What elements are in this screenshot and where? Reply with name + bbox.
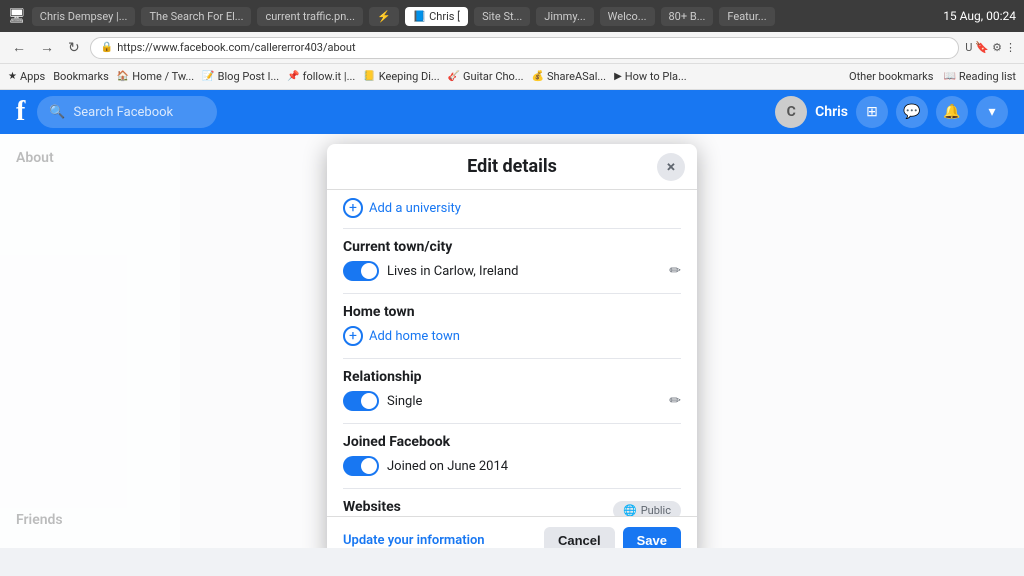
bookmark-home[interactable]: 🏠 Home / Tw...: [117, 70, 194, 83]
ext-btn[interactable]: 🔖: [975, 41, 989, 54]
update-information-link[interactable]: Update your information: [343, 533, 485, 548]
divider-4: [343, 423, 681, 424]
tab-active[interactable]: 📘 Chris [: [405, 7, 468, 26]
home-town-section: Home town + Add home town: [343, 304, 681, 346]
bookmark-reading[interactable]: 📖 Reading list: [943, 70, 1016, 83]
account-button[interactable]: ▾: [976, 96, 1008, 128]
ext-btn[interactable]: ⚙: [992, 41, 1002, 54]
notifications-button[interactable]: 🔔: [936, 96, 968, 128]
globe-icon: 🌐: [623, 504, 637, 517]
bookmark-blogpost[interactable]: 📝 Blog Post I...: [202, 70, 279, 83]
modal-footer: Update your information Cancel Save: [327, 516, 697, 548]
websites-public-badge[interactable]: 🌐 Public: [613, 501, 681, 517]
modal-title: Edit details: [467, 156, 557, 177]
websites-label: Websites: [343, 499, 401, 515]
relationship-toggle-row: Single ✏: [343, 391, 681, 411]
bookmark-howtoplay[interactable]: ▶ How to Pla...: [614, 70, 687, 83]
modal-body[interactable]: + Add a university Current town/city Liv…: [327, 190, 697, 516]
close-button[interactable]: ×: [657, 153, 685, 181]
cancel-button[interactable]: Cancel: [544, 527, 615, 548]
back-button[interactable]: ←: [8, 37, 30, 58]
time-display: 15 Aug, 00:24: [943, 9, 1016, 23]
current-town-section: Current town/city Lives in Carlow, Irela…: [343, 239, 681, 281]
tab[interactable]: The Search For El...: [141, 7, 251, 26]
settings-btn[interactable]: ⋮: [1005, 41, 1016, 54]
tab[interactable]: Jimmy...: [536, 7, 593, 26]
bookmark-apps[interactable]: ★ Apps: [8, 70, 45, 83]
forward-button[interactable]: →: [36, 37, 58, 58]
tab[interactable]: Chris Dempsey |...: [32, 7, 136, 26]
current-town-label: Current town/city: [343, 239, 681, 255]
joined-facebook-section: Joined Facebook Joined on June 2014: [343, 434, 681, 476]
edit-details-modal: Edit details × + Add a university Curren…: [327, 144, 697, 548]
username-label: Chris: [815, 104, 848, 120]
joined-toggle-row: Joined on June 2014: [343, 456, 681, 476]
tab[interactable]: current traffic.pn...: [257, 7, 363, 26]
bookmark-guitar[interactable]: 🎸 Guitar Cho...: [448, 70, 524, 83]
bookmark-keepingdi[interactable]: 📒 Keeping Di...: [363, 70, 439, 83]
divider-1: [343, 228, 681, 229]
facebook-logo: f: [16, 96, 25, 128]
current-town-text: Lives in Carlow, Ireland: [387, 264, 519, 279]
joined-facebook-label: Joined Facebook: [343, 434, 681, 450]
tab[interactable]: 80+ B...: [661, 7, 714, 26]
browser-toolbar: ← → ↻ 🔒 https://www.facebook.com/callere…: [0, 32, 1024, 64]
tab[interactable]: Featur...: [719, 7, 774, 26]
header-right: C Chris ⊞ 💬 🔔 ▾: [775, 96, 1008, 128]
joined-text: Joined on June 2014: [387, 459, 508, 474]
tab[interactable]: Site St...: [474, 7, 530, 26]
extensions-area: U 🔖 ⚙ ⋮: [965, 41, 1016, 54]
home-town-label: Home town: [343, 304, 681, 320]
bookmark-other[interactable]: Other bookmarks: [849, 70, 933, 83]
grid-button[interactable]: ⊞: [856, 96, 888, 128]
add-university-label: Add a university: [369, 201, 461, 216]
browser-titlebar: 🖥 Chris Dempsey |... The Search For El..…: [0, 0, 1024, 32]
messenger-button[interactable]: 💬: [896, 96, 928, 128]
current-town-edit-icon[interactable]: ✏: [669, 263, 681, 279]
divider-5: [343, 488, 681, 489]
modal-header: Edit details ×: [327, 144, 697, 190]
add-university-icon: +: [343, 198, 363, 218]
search-icon: 🔍: [49, 105, 65, 120]
bookmark-sharesal[interactable]: 💰 ShareASal...: [532, 70, 607, 83]
facebook-header: f 🔍 Search Facebook C Chris ⊞ 💬 🔔 ▾: [0, 90, 1024, 134]
add-home-town-link[interactable]: + Add home town: [343, 326, 681, 346]
save-button[interactable]: Save: [623, 527, 681, 548]
relationship-edit-icon[interactable]: ✏: [669, 393, 681, 409]
current-town-toggle[interactable]: [343, 261, 379, 281]
relationship-text: Single: [387, 394, 422, 409]
bookmark-bookmarks[interactable]: Bookmarks: [53, 70, 109, 83]
relationship-label: Relationship: [343, 369, 681, 385]
relationship-toggle[interactable]: [343, 391, 379, 411]
add-university-row[interactable]: + Add a university: [343, 198, 681, 218]
add-home-town-label: Add home town: [369, 329, 460, 344]
add-home-town-icon: +: [343, 326, 363, 346]
ext-btn[interactable]: U: [965, 41, 972, 54]
footer-buttons: Cancel Save: [544, 527, 681, 548]
avatar[interactable]: C: [775, 96, 807, 128]
divider-2: [343, 293, 681, 294]
tab[interactable]: ⚡: [369, 7, 399, 26]
page-background: About Friends Edit details × + Add a uni…: [0, 134, 1024, 548]
websites-section: Websites 🌐 Public To feature links on yo…: [343, 499, 681, 516]
divider-3: [343, 358, 681, 359]
apps-icon: ★: [8, 71, 17, 82]
joined-toggle[interactable]: [343, 456, 379, 476]
search-bar[interactable]: 🔍 Search Facebook: [37, 96, 217, 128]
modal-overlay: Edit details × + Add a university Curren…: [0, 134, 1024, 548]
reload-button[interactable]: ↻: [64, 38, 84, 58]
tab[interactable]: Welco...: [600, 7, 655, 26]
current-town-toggle-row: Lives in Carlow, Ireland ✏: [343, 261, 681, 281]
bookmark-followit[interactable]: 📌 follow.it |...: [287, 70, 355, 83]
relationship-section: Relationship Single ✏: [343, 369, 681, 411]
bookmarks-bar: ★ Apps Bookmarks 🏠 Home / Tw... 📝 Blog P…: [0, 64, 1024, 90]
url-bar[interactable]: 🔒 https://www.facebook.com/callererror40…: [90, 37, 960, 59]
